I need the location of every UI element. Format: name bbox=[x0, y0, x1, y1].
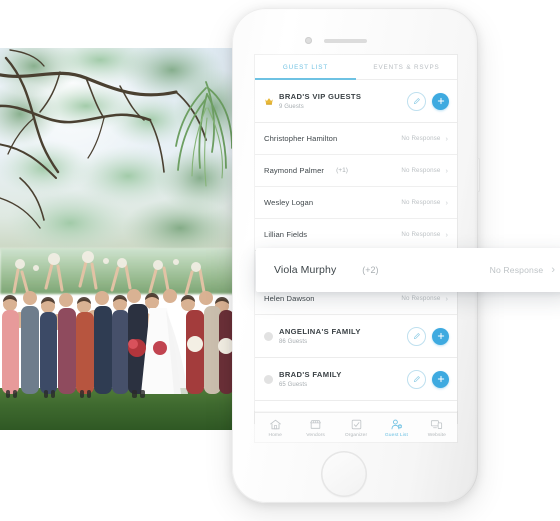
group-text-vip: BRAD'S VIP GUESTS 9 Guests bbox=[279, 92, 407, 110]
tabbar-label-vendors: Vendors bbox=[306, 432, 325, 438]
power-button[interactable] bbox=[477, 158, 480, 192]
tab-events-rsvps-label: EVENTS & RSVPS bbox=[373, 64, 440, 71]
pencil-icon bbox=[413, 376, 420, 382]
guest-name: Helen Dawson bbox=[264, 294, 315, 303]
group-name: ANGELINA'S FAMILY bbox=[279, 327, 361, 336]
tabbar-label-home: Home bbox=[268, 432, 282, 438]
tabbar-label-guest-list: Guest List bbox=[384, 432, 408, 438]
guest-row[interactable]: Wesley Logan No Response › bbox=[255, 187, 457, 219]
chevron-right-icon: › bbox=[445, 293, 449, 303]
tabbar-item-home[interactable]: Home bbox=[255, 418, 295, 438]
guest-name: Wesley Logan bbox=[264, 198, 314, 207]
tabbar-item-organizer[interactable]: Organizer bbox=[336, 418, 376, 438]
highlighted-guest-rsvp-status: No Response bbox=[489, 265, 544, 275]
group-actions-brads-family bbox=[407, 369, 449, 389]
group-header-angelinas-family[interactable]: ANGELINA'S FAMILY 86 Guests bbox=[255, 315, 457, 358]
guest-rsvp-status: No Response bbox=[401, 167, 441, 174]
highlighted-guest-name: Viola Murphy bbox=[274, 264, 337, 276]
chevron-right-icon: › bbox=[445, 133, 449, 143]
bottom-tab-bar: Home Vendors Organizer Guest List Websit… bbox=[255, 412, 457, 442]
group-guest-count: 9 Guests bbox=[279, 104, 304, 110]
group-actions-angelinas-family bbox=[407, 326, 449, 346]
group-text-angelinas-family: ANGELINA'S FAMILY 86 Guests bbox=[279, 327, 407, 345]
storefront-icon bbox=[310, 419, 321, 429]
tab-events-rsvps[interactable]: EVENTS & RSVPS bbox=[356, 55, 457, 80]
guest-rsvp-status: No Response bbox=[401, 295, 441, 302]
chevron-right-icon: › bbox=[551, 263, 555, 276]
guest-name: Lillian Fields bbox=[264, 230, 308, 239]
guest-plus-ones: (+1) bbox=[336, 167, 348, 174]
highlighted-guest-plus-ones: (+2) bbox=[362, 265, 379, 275]
guest-row[interactable]: Raymond Palmer (+1) No Response › bbox=[255, 155, 457, 187]
add-guest-button[interactable] bbox=[432, 92, 449, 110]
plus-icon bbox=[437, 332, 444, 340]
highlighted-guest-card[interactable]: Viola Murphy (+2) No Response › bbox=[256, 248, 560, 292]
plus-icon bbox=[437, 97, 444, 105]
chevron-right-icon: › bbox=[445, 165, 449, 175]
photo-crowd bbox=[0, 248, 234, 430]
tabbar-item-vendors[interactable]: Vendors bbox=[295, 418, 335, 438]
edit-group-button[interactable] bbox=[407, 91, 426, 111]
tab-guest-list-label: GUEST LIST bbox=[282, 64, 329, 71]
group-name: BRAD'S VIP GUESTS bbox=[279, 92, 362, 101]
group-name: BRAD'S FAMILY bbox=[279, 370, 342, 379]
phone-screen: GUEST LIST EVENTS & RSVPS BRAD'S VIP GUE… bbox=[255, 55, 457, 423]
group-header-vip[interactable]: BRAD'S VIP GUESTS 9 Guests bbox=[255, 80, 457, 123]
group-text-brads-family: BRAD'S FAMILY 65 Guests bbox=[279, 370, 407, 388]
top-tab-bar: GUEST LIST EVENTS & RSVPS bbox=[255, 55, 457, 80]
guest-row[interactable]: Christopher Hamilton No Response › bbox=[255, 123, 457, 155]
guest-rsvp-status: No Response bbox=[401, 135, 441, 142]
tabbar-label-website: Website bbox=[427, 432, 446, 438]
guest-name: Christopher Hamilton bbox=[264, 134, 338, 143]
photo-tree-canopy bbox=[0, 48, 234, 260]
tabbar-label-organizer: Organizer bbox=[344, 432, 368, 438]
pencil-icon bbox=[413, 333, 420, 339]
guest-rsvp-status: No Response bbox=[401, 199, 441, 206]
guest-rsvp-status: No Response bbox=[401, 231, 441, 238]
edit-group-button[interactable] bbox=[407, 326, 426, 346]
pencil-icon bbox=[413, 98, 420, 104]
chevron-right-icon: › bbox=[445, 229, 449, 239]
tab-guest-list[interactable]: GUEST LIST bbox=[255, 55, 356, 80]
edit-group-button[interactable] bbox=[407, 369, 426, 389]
screenshot-root: GUEST LIST EVENTS & RSVPS BRAD'S VIP GUE… bbox=[0, 0, 560, 521]
bullet-icon bbox=[264, 374, 273, 384]
wedding-photo bbox=[0, 48, 234, 430]
checklist-icon bbox=[351, 419, 361, 429]
group-actions-vip bbox=[407, 91, 449, 111]
person-add-icon bbox=[391, 419, 402, 429]
plus-icon bbox=[437, 375, 444, 383]
home-button[interactable] bbox=[321, 451, 367, 497]
guest-row[interactable]: Lillian Fields No Response › bbox=[255, 219, 457, 251]
bullet-icon bbox=[264, 331, 273, 341]
canopy-foliage-icon bbox=[0, 48, 234, 258]
crowd-figures-icon bbox=[2, 251, 234, 398]
chevron-right-icon: › bbox=[445, 197, 449, 207]
tabbar-item-guest-list[interactable]: Guest List bbox=[376, 418, 416, 438]
front-camera-icon bbox=[305, 37, 312, 44]
group-guest-count: 86 Guests bbox=[279, 339, 308, 345]
home-icon bbox=[269, 419, 281, 429]
crown-icon bbox=[265, 98, 273, 105]
group-guest-count: 65 Guests bbox=[279, 382, 308, 388]
group-header-brads-family[interactable]: BRAD'S FAMILY 65 Guests bbox=[255, 358, 457, 401]
add-guest-button[interactable] bbox=[432, 370, 449, 388]
guest-name: Raymond Palmer bbox=[264, 166, 325, 175]
earpiece-speaker-icon bbox=[324, 39, 367, 43]
tabbar-item-website[interactable]: Website bbox=[417, 418, 457, 438]
devices-icon bbox=[431, 419, 443, 429]
add-guest-button[interactable] bbox=[432, 327, 449, 345]
